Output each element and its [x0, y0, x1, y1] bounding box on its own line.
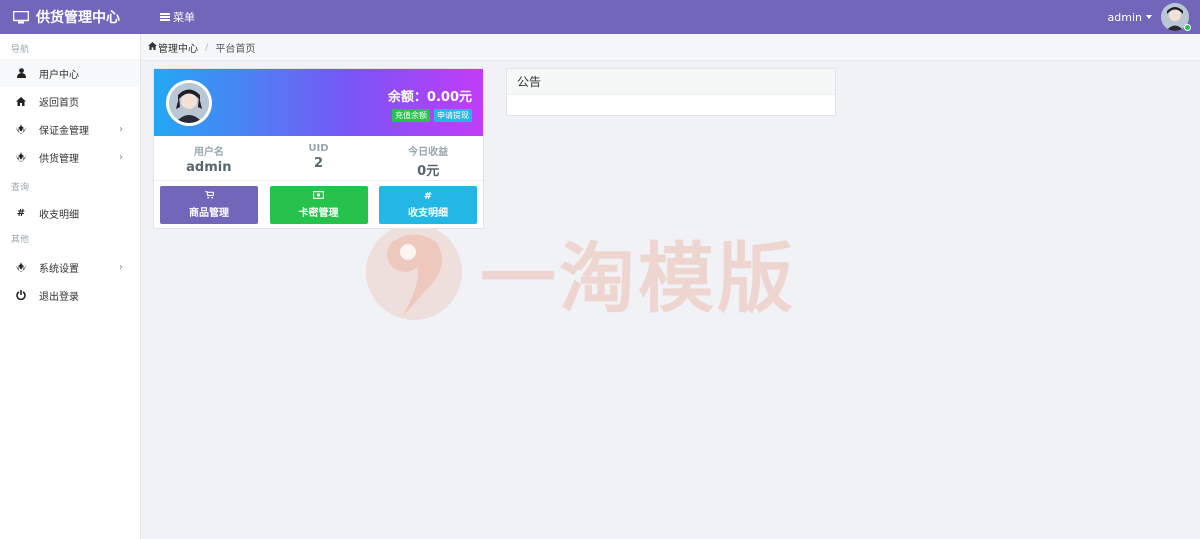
chevron-right-icon: ›	[119, 152, 123, 163]
menu-toggle-button[interactable]: 菜单	[160, 9, 195, 25]
user-stats: 用户名 admin UID 2 今日收益 0元	[154, 136, 483, 181]
caret-down-icon[interactable]	[1146, 15, 1152, 19]
action-label: 收支明细	[408, 208, 448, 219]
sidebar-item-deposit[interactable]: 保证金管理 ›	[0, 115, 140, 143]
user-info-card: 余额：0.00元 充值余额 申请提现 用户名 admin UID 2 今日收益 …	[153, 68, 484, 229]
breadcrumb-current: 平台首页	[215, 43, 256, 55]
nav-section-header: 其他	[11, 235, 30, 245]
hashtag-icon: #	[16, 207, 26, 219]
sidebar-item-label: 保证金管理	[39, 125, 89, 137]
rebel-icon	[16, 262, 26, 272]
sidebar-item-label: 系统设置	[39, 263, 79, 275]
sidebar-item-settings[interactable]: 系统设置 ›	[0, 253, 140, 281]
breadcrumb: 管理中心 / 平台首页	[141, 34, 1200, 61]
income-expense-button[interactable]: # 收支明细	[379, 186, 477, 224]
stat-label: 今日收益	[408, 147, 449, 158]
sidebar-item-label: 返回首页	[39, 97, 79, 109]
brand[interactable]: 供货管理中心	[0, 0, 141, 34]
watermark-text: 一淘模版	[480, 234, 796, 323]
monitor-icon	[13, 10, 29, 23]
online-status-dot	[1184, 24, 1191, 31]
stat-value: 2	[313, 156, 324, 171]
sidebar: 导航 用户中心 返回首页 保证金管理 › 供货管理 › 查询 # 收支明细 其他	[0, 34, 141, 539]
nav-section-header: 导航	[11, 45, 30, 55]
nav-section-header: 查询	[11, 183, 30, 193]
withdraw-button[interactable]: 申请提现	[434, 109, 472, 122]
sidebar-item-supply[interactable]: 供货管理 ›	[0, 143, 140, 171]
notice-panel-header: 公告	[507, 69, 835, 95]
user-menu-name[interactable]: admin	[1108, 11, 1142, 24]
notice-title: 公告	[517, 75, 542, 89]
stat-username: 用户名 admin	[154, 136, 264, 180]
menu-icon	[160, 13, 170, 21]
sidebar-item-income-expense[interactable]: # 收支明细	[0, 199, 140, 227]
sidebar-item-home[interactable]: 返回首页	[0, 87, 140, 115]
sidebar-item-label: 用户中心	[39, 69, 79, 81]
sidebar-item-label: 供货管理	[39, 153, 79, 165]
home-icon	[148, 41, 157, 53]
cart-icon	[204, 190, 215, 202]
avatar	[166, 80, 212, 126]
avatar[interactable]	[1161, 3, 1191, 31]
stat-label: UID	[308, 143, 329, 154]
balance-value: 0.00元	[426, 90, 472, 105]
sidebar-item-label: 收支明细	[39, 209, 79, 221]
notice-panel: 公告	[506, 68, 836, 116]
watermark: 一淘模版	[362, 222, 852, 323]
balance-display: 余额：0.00元	[388, 86, 472, 105]
rebel-icon	[16, 152, 26, 162]
chevron-right-icon: ›	[119, 262, 123, 273]
user-card-banner: 余额：0.00元 充值余额 申请提现	[154, 69, 483, 136]
rebel-icon	[16, 124, 26, 134]
stat-uid: UID 2	[264, 136, 374, 180]
balance-label: 余额：	[387, 90, 427, 105]
user-icon	[16, 68, 26, 78]
app-title: 供货管理中心	[36, 10, 120, 26]
action-label: 卡密管理	[298, 208, 339, 219]
action-label: 商品管理	[189, 208, 229, 219]
menu-label: 菜单	[173, 11, 195, 24]
sidebar-item-label: 退出登录	[39, 291, 79, 303]
money-icon	[313, 191, 325, 202]
sidebar-item-user-center[interactable]: 用户中心	[0, 59, 140, 87]
chevron-right-icon: ›	[119, 124, 123, 135]
product-management-button[interactable]: 商品管理	[160, 186, 258, 224]
recharge-button[interactable]: 充值余额	[392, 109, 430, 122]
stat-value: 0元	[417, 164, 440, 179]
card-key-management-button[interactable]: 卡密管理	[269, 186, 368, 224]
top-navbar: 供货管理中心 菜单 admin	[0, 0, 1200, 34]
home-icon	[16, 96, 26, 106]
power-icon	[16, 290, 26, 300]
stat-label: 用户名	[193, 147, 224, 158]
sidebar-item-logout[interactable]: 退出登录	[0, 281, 140, 309]
stat-value: admin	[186, 160, 232, 175]
watermark-logo	[366, 224, 462, 320]
hashtag-icon: #	[423, 191, 433, 202]
breadcrumb-home-link[interactable]: 管理中心	[158, 40, 198, 55]
breadcrumb-separator: /	[205, 41, 209, 53]
stat-today-earnings: 今日收益 0元	[373, 136, 483, 180]
